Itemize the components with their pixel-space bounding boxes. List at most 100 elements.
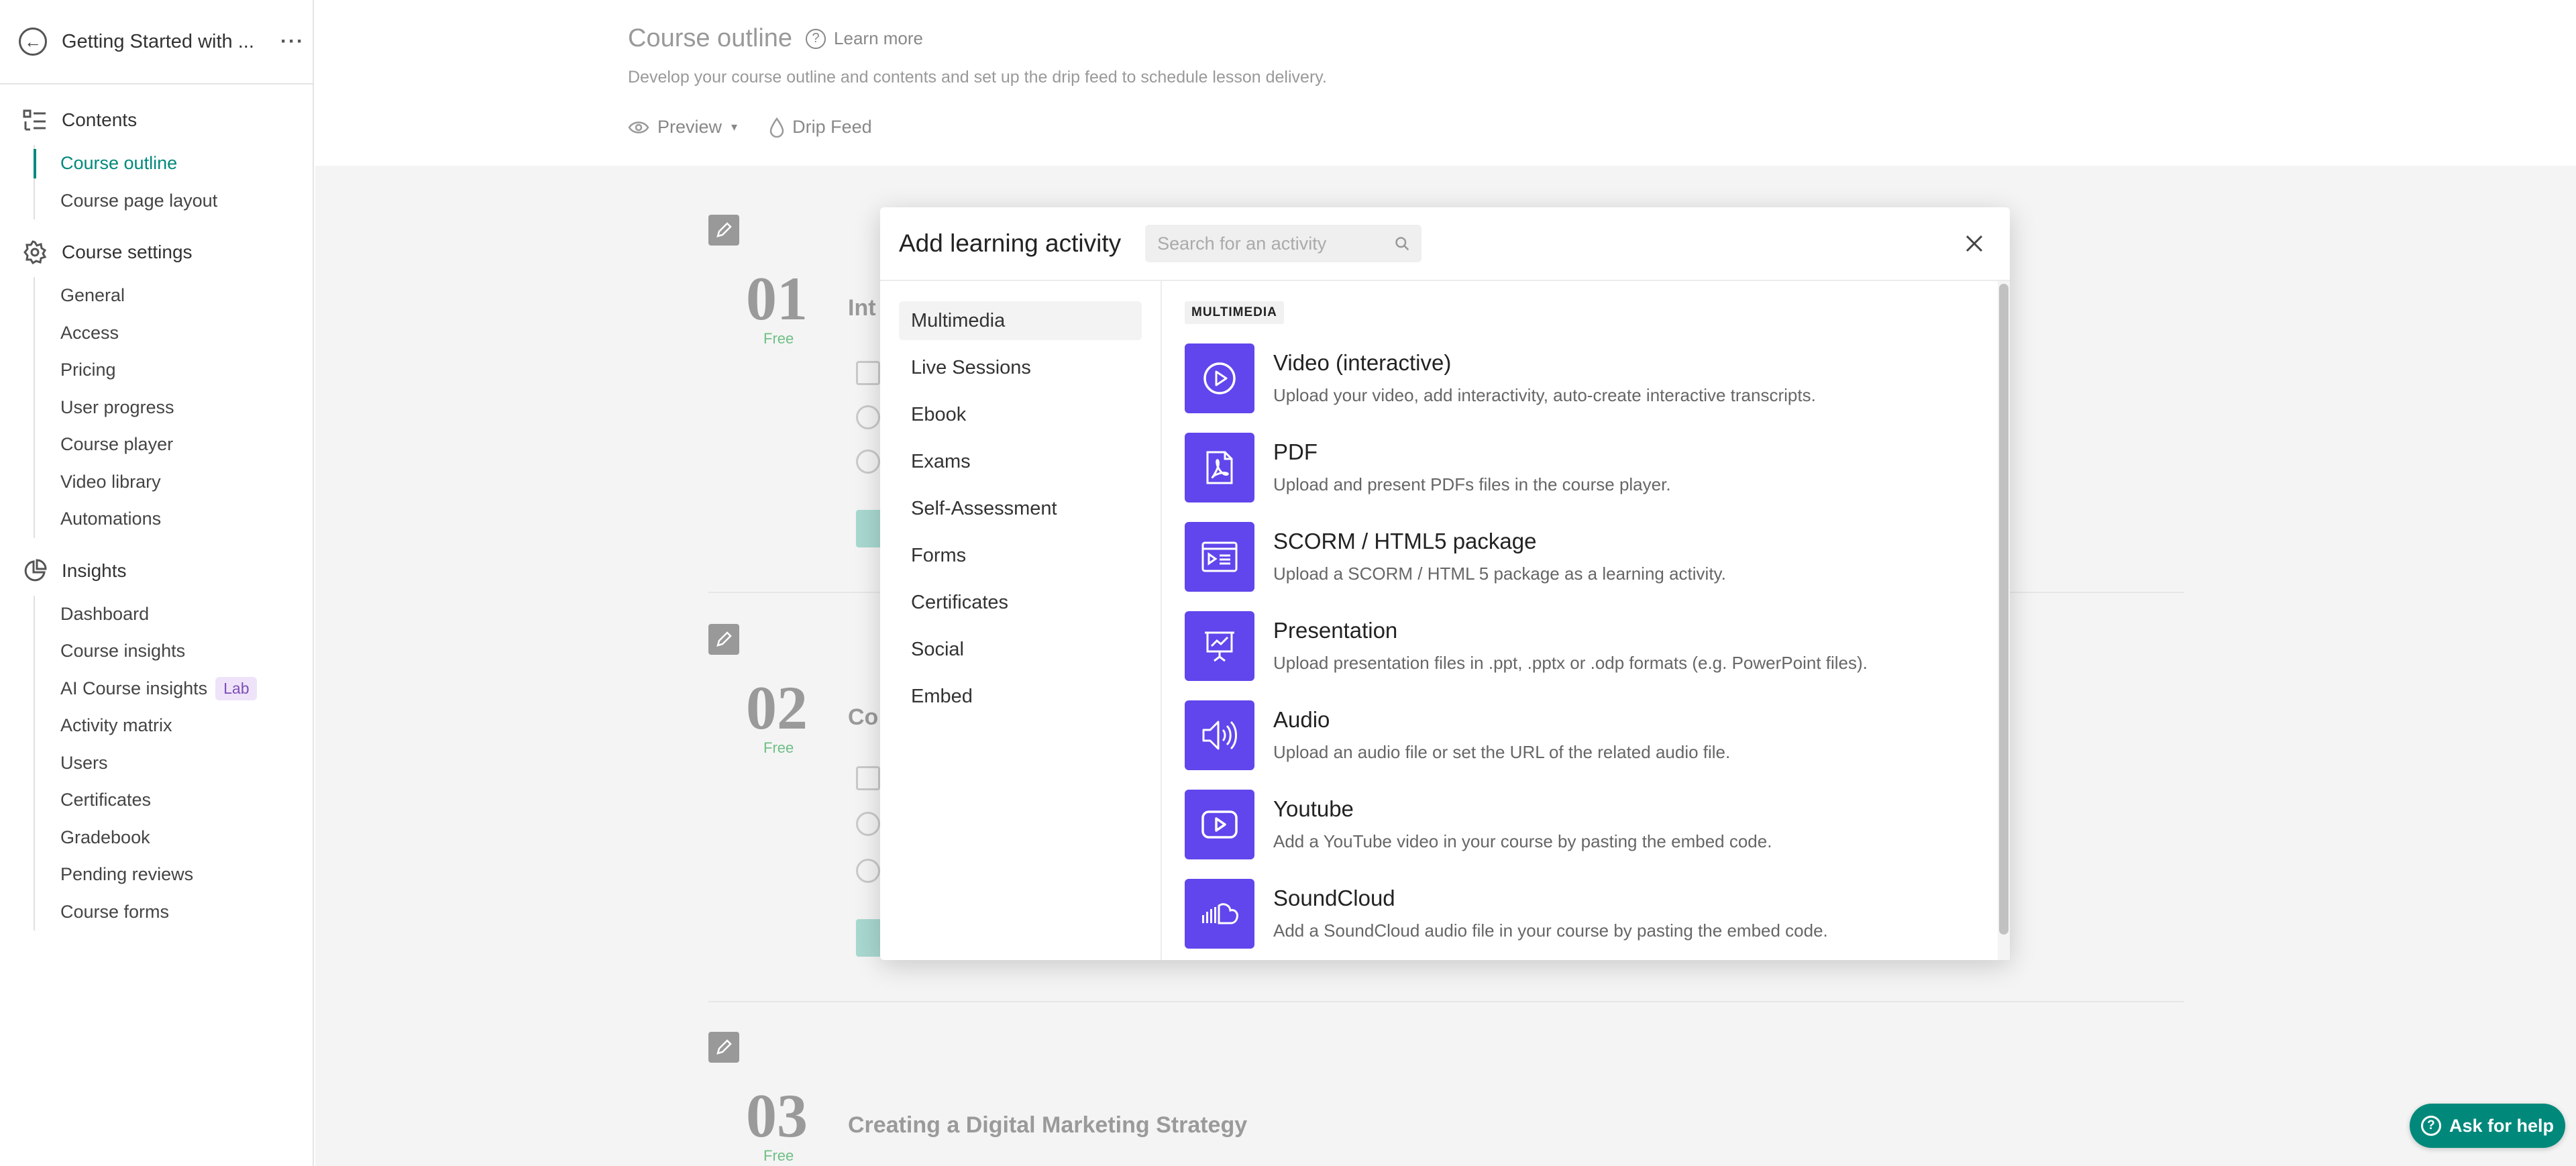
edit-chapter-button[interactable] xyxy=(708,1032,739,1063)
chapter-number: 01 xyxy=(746,264,808,333)
activity-text: SCORM / HTML5 package Upload a SCORM / H… xyxy=(1273,529,1726,584)
sidebar-heading-label: Course settings xyxy=(62,242,193,262)
sidebar-item-course-forms[interactable]: Course forms xyxy=(35,894,313,931)
page-header: Course outline ? Learn more Develop your… xyxy=(315,0,2576,166)
activity-video-interactive[interactable]: Video (interactive) Upload your video, a… xyxy=(1185,333,1992,423)
play-circle-icon xyxy=(1185,343,1254,413)
sidebar-item-label: AI Course insights xyxy=(60,678,208,698)
activity-text: PDF Upload and present PDFs files in the… xyxy=(1273,439,1671,495)
modal-body: Multimedia Live Sessions Ebook Exams Sel… xyxy=(880,281,2010,960)
activity-title: PDF xyxy=(1273,439,1318,464)
activity-audio[interactable]: Audio Upload an audio file or set the UR… xyxy=(1185,690,1992,780)
chapter-title[interactable]: Int xyxy=(848,295,876,321)
preview-label: Preview xyxy=(657,117,722,137)
search-box xyxy=(1145,225,1422,262)
free-label: Free xyxy=(763,1147,794,1164)
lab-badge: Lab xyxy=(215,676,258,700)
preview-button[interactable]: Preview ▾ xyxy=(628,117,737,138)
ask-for-help-label: Ask for help xyxy=(2449,1115,2555,1136)
edit-chapter-button[interactable] xyxy=(708,624,739,655)
category-self-assessment[interactable]: Self-Assessment xyxy=(899,489,1142,528)
chapter-title[interactable]: Co xyxy=(848,704,878,731)
sidebar-item-ai-course-insights[interactable]: AI Course insights Lab xyxy=(35,670,313,708)
pdf-icon xyxy=(1185,432,1254,502)
sidebar-item-course-page-layout[interactable]: Course page layout xyxy=(35,182,313,220)
list-icon xyxy=(21,107,48,134)
sidebar-item-activity-matrix[interactable]: Activity matrix xyxy=(35,707,313,745)
chapter-title[interactable]: Creating a Digital Marketing Strategy xyxy=(848,1112,1247,1138)
more-options-button[interactable]: ··· xyxy=(280,30,305,53)
category-embed[interactable]: Embed xyxy=(899,677,1142,716)
speaker-icon xyxy=(1185,700,1254,770)
help-circle-icon: ? xyxy=(806,28,826,49)
sidebar-item-certificates[interactable]: Certificates xyxy=(35,782,313,819)
sidebar-item-course-insights[interactable]: Course insights xyxy=(35,633,313,670)
eye-icon xyxy=(628,121,649,134)
ask-for-help-button[interactable]: ? Ask for help xyxy=(2410,1104,2565,1148)
sidebar-item-video-library[interactable]: Video library xyxy=(35,464,313,501)
activity-list: Video (interactive) Upload your video, a… xyxy=(1185,333,1992,958)
activity-presentation[interactable]: Presentation Upload presentation files i… xyxy=(1185,601,1992,690)
quiz-icon xyxy=(856,859,880,883)
scorm-package-icon xyxy=(1185,521,1254,592)
sidebar: ← Getting Started with ... ··· Contents … xyxy=(0,0,314,1166)
category-social[interactable]: Social xyxy=(899,630,1142,669)
category-exams[interactable]: Exams xyxy=(899,442,1142,481)
sidebar-heading-contents[interactable]: Contents xyxy=(0,105,313,136)
sidebar-item-users[interactable]: Users xyxy=(35,745,313,782)
category-multimedia[interactable]: Multimedia xyxy=(899,301,1142,340)
sidebar-heading-settings[interactable]: Course settings xyxy=(0,237,313,268)
add-activity-button[interactable] xyxy=(856,919,883,957)
drip-feed-button[interactable]: Drip Feed xyxy=(769,117,872,138)
activity-description: Upload and present PDFs files in the cou… xyxy=(1273,474,1671,494)
sidebar-item-dashboard[interactable]: Dashboard xyxy=(35,596,313,633)
activity-description: Upload presentation files in .ppt, .pptx… xyxy=(1273,653,1868,673)
edit-chapter-button[interactable] xyxy=(708,215,739,246)
sidebar-heading-insights[interactable]: Insights xyxy=(0,555,313,586)
sidebar-item-general[interactable]: General xyxy=(35,277,313,315)
back-icon[interactable]: ← xyxy=(19,28,47,56)
sidebar-item-pricing[interactable]: Pricing xyxy=(35,352,313,389)
activity-soundcloud[interactable]: SoundCloud Add a SoundCloud audio file i… xyxy=(1185,869,1992,958)
lesson-icon xyxy=(856,766,880,790)
sidebar-item-access[interactable]: Access xyxy=(35,315,313,352)
page-actions: Preview ▾ Drip Feed xyxy=(628,117,2576,138)
learn-more-link[interactable]: ? Learn more xyxy=(806,28,923,49)
title-row: Course outline ? Learn more xyxy=(628,24,2576,53)
activity-scorm-html5[interactable]: SCORM / HTML5 package Upload a SCORM / H… xyxy=(1185,512,1992,601)
course-title: Getting Started with ... xyxy=(62,30,254,52)
sidebar-item-user-progress[interactable]: User progress xyxy=(35,389,313,427)
sidebar-item-course-outline[interactable]: Course outline xyxy=(34,145,313,182)
category-certificates[interactable]: Certificates xyxy=(899,583,1142,622)
chapter-number: 02 xyxy=(746,674,808,742)
sidebar-section-insights: Insights Dashboard Course insights AI Co… xyxy=(0,538,313,931)
sidebar-item-course-player[interactable]: Course player xyxy=(35,426,313,464)
page-title: Course outline xyxy=(628,24,793,52)
activity-title: Youtube xyxy=(1273,796,1354,821)
sidebar-group-settings: General Access Pricing User progress Cou… xyxy=(34,277,313,538)
activity-description: Add a YouTube video in your course by pa… xyxy=(1273,831,1772,851)
sidebar-item-automations[interactable]: Automations xyxy=(35,500,313,538)
activity-pane: MULTIMEDIA Video (interactive) Upload yo… xyxy=(1162,281,2010,960)
add-activity-button[interactable] xyxy=(856,510,883,547)
activity-description: Upload your video, add interactivity, au… xyxy=(1273,385,1816,405)
activity-text: SoundCloud Add a SoundCloud audio file i… xyxy=(1273,886,1828,941)
pencil-icon xyxy=(716,222,732,237)
search-input[interactable] xyxy=(1157,233,1395,254)
category-ebook[interactable]: Ebook xyxy=(899,395,1142,434)
pie-chart-icon xyxy=(21,558,48,584)
activity-title: Video (interactive) xyxy=(1273,350,1452,375)
sidebar-group-insights: Dashboard Course insights AI Course insi… xyxy=(34,595,313,931)
chapter-number: 03 xyxy=(746,1081,808,1150)
close-icon[interactable] xyxy=(1960,229,1988,258)
category-forms[interactable]: Forms xyxy=(899,536,1142,575)
activity-description: Upload a SCORM / HTML 5 package as a lea… xyxy=(1273,564,1726,584)
activity-youtube[interactable]: Youtube Add a YouTube video in your cour… xyxy=(1185,780,1992,869)
category-live-sessions[interactable]: Live Sessions xyxy=(899,348,1142,387)
activity-pdf[interactable]: PDF Upload and present PDFs files in the… xyxy=(1185,423,1992,512)
sidebar-item-gradebook[interactable]: Gradebook xyxy=(35,819,313,857)
scrollbar-thumb[interactable] xyxy=(1999,284,2008,935)
sidebar-item-pending-reviews[interactable]: Pending reviews xyxy=(35,856,313,894)
activity-description: Add a SoundCloud audio file in your cour… xyxy=(1273,920,1828,941)
scrollbar[interactable] xyxy=(1998,281,2010,960)
